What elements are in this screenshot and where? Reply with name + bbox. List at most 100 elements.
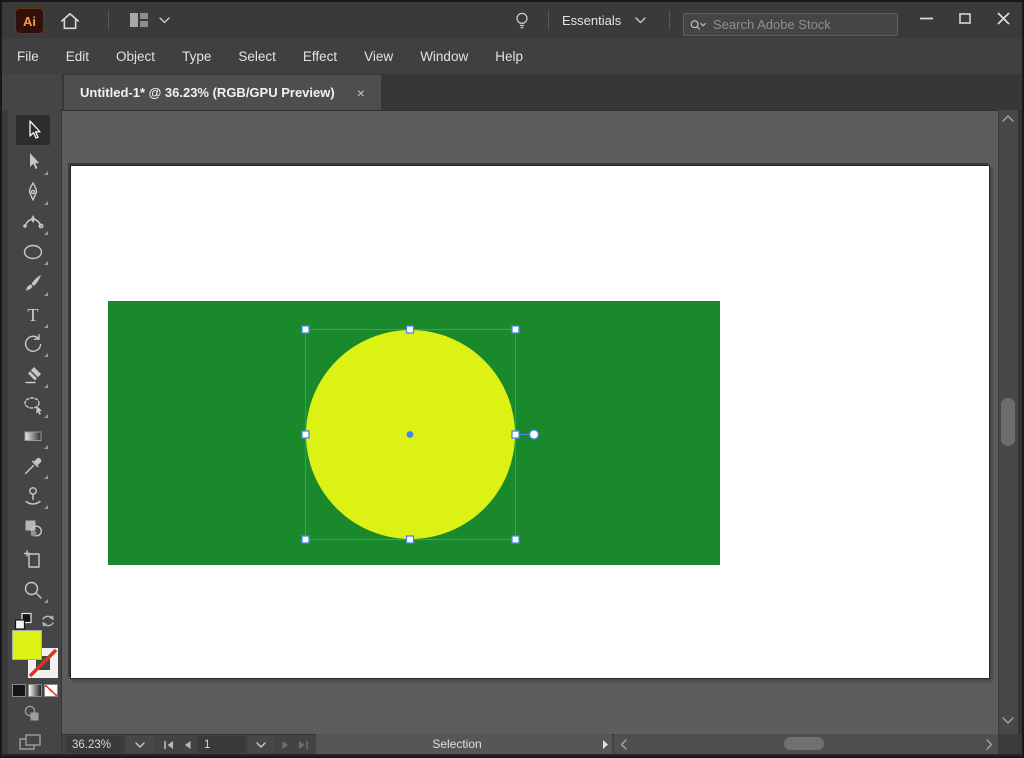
- search-input[interactable]: [711, 16, 891, 33]
- app-logo-text: Ai: [23, 14, 36, 29]
- zoom-level-dropdown[interactable]: [126, 736, 154, 753]
- status-menu-button[interactable]: [598, 734, 612, 754]
- document-tab-title: Untitled-1* @ 36.23% (RGB/GPU Preview): [80, 85, 335, 100]
- ellipse-shape-selected[interactable]: [306, 330, 515, 539]
- window-edge: [1018, 110, 1022, 734]
- eraser-tool[interactable]: [16, 360, 50, 390]
- previous-artboard-button[interactable]: [179, 736, 194, 753]
- workspace-label: Essentials: [562, 13, 621, 28]
- default-fill-stroke-icon: [14, 612, 33, 631]
- tab-close-button[interactable]: ×: [357, 85, 365, 101]
- last-artboard-icon: [298, 740, 309, 750]
- direct-selection-tool[interactable]: [16, 147, 50, 177]
- swap-fill-stroke-button[interactable]: [39, 612, 57, 630]
- discover-button[interactable]: [512, 9, 532, 32]
- status-display: Selection: [316, 734, 598, 754]
- gradient-tool[interactable]: [16, 421, 50, 451]
- color-button[interactable]: [12, 684, 26, 697]
- menu-file[interactable]: File: [17, 49, 39, 64]
- menu-edit[interactable]: Edit: [66, 49, 89, 64]
- lasso-tool-icon: [21, 393, 45, 417]
- zoom-tool[interactable]: [16, 575, 50, 605]
- chevron-right-icon: [986, 739, 993, 750]
- home-icon: [59, 11, 81, 31]
- shape-builder-tool-icon: [21, 516, 45, 540]
- menu-select[interactable]: Select: [238, 49, 276, 64]
- minimize-button[interactable]: [907, 2, 945, 34]
- titlebar-separator: [669, 10, 670, 30]
- close-icon: [997, 12, 1010, 25]
- first-artboard-button[interactable]: [160, 736, 177, 753]
- drawing-mode-button[interactable]: [20, 702, 44, 726]
- next-artboard-icon: [282, 740, 290, 750]
- menu-bar: File Edit Object Type Select Effect View…: [2, 38, 1022, 74]
- canvas-area[interactable]: [62, 110, 998, 734]
- stock-search-box[interactable]: [683, 13, 898, 36]
- scroll-right-button[interactable]: [982, 736, 996, 752]
- last-artboard-button[interactable]: [295, 736, 312, 753]
- paintbrush-tool-icon: [21, 271, 45, 295]
- arrow-right-icon: [602, 739, 609, 750]
- menu-view[interactable]: View: [364, 49, 393, 64]
- screen-mode-button[interactable]: [16, 732, 46, 752]
- tools-panel-header: »: [2, 74, 62, 110]
- type-tool[interactable]: T: [16, 300, 50, 330]
- ellipse-tool-icon: [21, 240, 45, 264]
- arrange-documents-button[interactable]: [126, 10, 152, 30]
- menu-window[interactable]: Window: [420, 49, 468, 64]
- status-label: Selection: [432, 737, 481, 751]
- zoom-level-field[interactable]: 36.23%: [66, 736, 124, 753]
- lasso-tool[interactable]: [16, 390, 50, 420]
- home-button[interactable]: [57, 10, 83, 32]
- eyedropper-tool[interactable]: [16, 451, 50, 481]
- search-icon: [690, 18, 707, 32]
- close-button[interactable]: [984, 2, 1022, 34]
- vertical-scroll-thumb[interactable]: [1001, 398, 1015, 446]
- paintbrush-tool[interactable]: [16, 268, 50, 298]
- workspace-menu[interactable]: Essentials: [562, 2, 646, 38]
- artboard-number-field[interactable]: 1: [198, 736, 246, 753]
- scrollbar-corner: [998, 734, 1018, 754]
- default-fill-stroke-button[interactable]: [14, 612, 33, 631]
- illustrator-window: Ai Essentials: [0, 0, 1024, 758]
- maximize-button[interactable]: [946, 2, 984, 34]
- puppet-warp-tool[interactable]: [16, 481, 50, 511]
- scroll-up-button[interactable]: [1000, 112, 1016, 124]
- swap-fill-stroke-icon: [39, 612, 57, 630]
- menu-type[interactable]: Type: [182, 49, 211, 64]
- menu-effect[interactable]: Effect: [303, 49, 337, 64]
- artboard-dropdown[interactable]: [248, 736, 274, 753]
- next-artboard-button[interactable]: [278, 736, 293, 753]
- rotate-tool[interactable]: [16, 329, 50, 359]
- zoom-level-value: 36.23%: [72, 739, 111, 751]
- first-artboard-icon: [163, 740, 174, 750]
- screen-mode-icon: [18, 733, 44, 752]
- menu-object[interactable]: Object: [116, 49, 155, 64]
- gradient-button[interactable]: [28, 684, 42, 697]
- pen-tool[interactable]: [16, 177, 50, 207]
- horizontal-scroll-thumb[interactable]: [784, 737, 824, 750]
- app-logo: Ai: [15, 8, 44, 34]
- chevron-left-icon: [620, 739, 627, 750]
- puppet-warp-tool-icon: [21, 484, 45, 508]
- curvature-tool[interactable]: [16, 207, 50, 237]
- artboard-tool-icon: [21, 547, 45, 571]
- chevron-down-icon: [159, 17, 170, 24]
- arrange-documents-chevron[interactable]: [158, 16, 170, 24]
- menu-help[interactable]: Help: [495, 49, 523, 64]
- minimize-icon: [920, 17, 933, 20]
- titlebar-separator: [108, 10, 109, 30]
- ellipse-tool[interactable]: [16, 237, 50, 267]
- scroll-down-button[interactable]: [1000, 714, 1016, 726]
- lightbulb-icon: [514, 10, 530, 32]
- scroll-left-button[interactable]: [616, 736, 630, 752]
- document-tab[interactable]: Untitled-1* @ 36.23% (RGB/GPU Preview) ×: [64, 75, 381, 110]
- artboard-tool[interactable]: [16, 544, 50, 574]
- selection-tool[interactable]: [16, 115, 50, 145]
- selection-tool-icon: [21, 118, 45, 142]
- none-button[interactable]: [44, 684, 58, 697]
- fill-swatch[interactable]: [12, 630, 42, 660]
- shape-builder-tool[interactable]: [16, 513, 50, 543]
- direct-selection-tool-icon: [21, 150, 45, 174]
- maximize-icon: [959, 13, 971, 24]
